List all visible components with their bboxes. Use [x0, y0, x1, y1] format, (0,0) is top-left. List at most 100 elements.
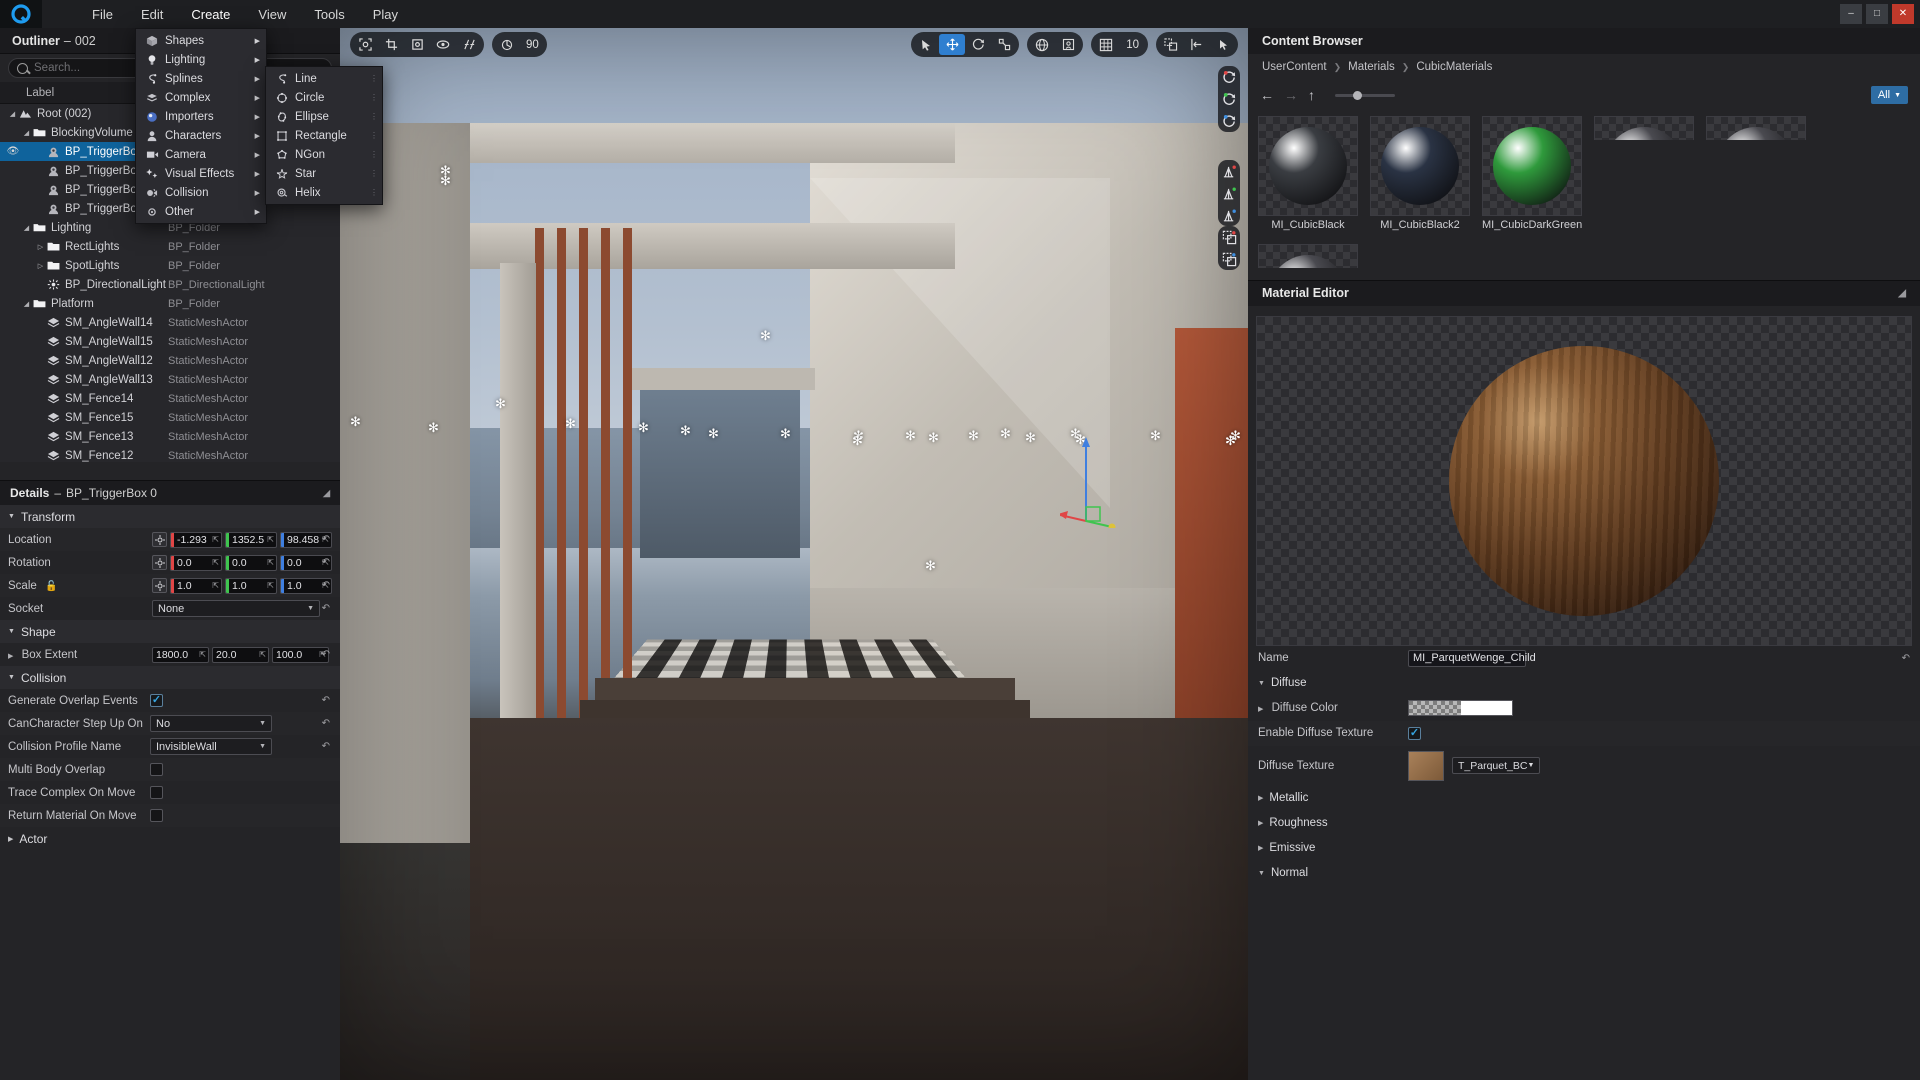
light-actor-icon[interactable]: ✻ — [565, 416, 576, 432]
box-extent-z-field[interactable]: 100.0 ⇱ — [272, 646, 329, 663]
rotation-reset-icon[interactable]: ↶ — [322, 557, 330, 568]
fov-value[interactable]: 90 — [526, 39, 539, 51]
viewport-fov-control[interactable]: 90 — [492, 32, 547, 57]
asset-thumbnail[interactable] — [1258, 116, 1358, 216]
material-section-normal[interactable]: ▼ Normal — [1248, 861, 1920, 886]
drag-grip-icon[interactable]: ⋮ — [370, 150, 379, 159]
material-name-reset-icon[interactable]: ↶ — [1902, 653, 1910, 664]
material-section-emissive[interactable]: ▶ Emissive — [1248, 836, 1920, 861]
create-menu-item-camera[interactable]: Camera ▶ — [136, 145, 266, 164]
box-extent-reset-icon[interactable]: ↶ — [322, 649, 330, 660]
visibility-eye-icon[interactable]: 👁 — [6, 146, 20, 157]
create-menu-item-visual-effects[interactable]: Visual Effects ▶ — [136, 164, 266, 183]
expand-icon[interactable]: ⇱ — [259, 650, 266, 659]
slider-knob[interactable] — [1353, 90, 1362, 100]
light-actor-icon[interactable]: ✻ — [638, 420, 649, 436]
drag-grip-icon[interactable]: ⋮ — [370, 112, 379, 121]
asset-cell[interactable] — [1258, 243, 1358, 268]
drag-grip-icon[interactable]: ⋮ — [370, 93, 379, 102]
material-section-diffuse[interactable]: ▼ Diffuse — [1248, 671, 1920, 696]
light-actor-icon[interactable]: ✻ — [760, 328, 771, 344]
splines-menu-item-line[interactable]: Line ⋮ — [266, 69, 382, 88]
box-extent-y-field[interactable]: 20.0 ⇱ — [212, 646, 269, 663]
crop-icon[interactable] — [378, 34, 404, 55]
create-menu-item-lighting[interactable]: Lighting ▶ — [136, 50, 266, 69]
light-actor-icon[interactable]: ✻ — [440, 173, 451, 189]
viewport-grid-control[interactable]: 10 — [1091, 32, 1148, 57]
section-collision[interactable]: ▼ Collision — [0, 666, 340, 689]
duplicate-y-icon[interactable] — [1218, 248, 1240, 270]
snap-vertex-icon[interactable] — [1158, 34, 1184, 55]
expand-arrow-icon[interactable]: ◢ — [22, 224, 31, 232]
asset-thumbnail[interactable] — [1706, 116, 1806, 140]
multi-body-overlap-checkbox[interactable] — [150, 763, 163, 776]
light-actor-icon[interactable]: ✻ — [1000, 426, 1011, 442]
asset-cell[interactable] — [1706, 116, 1806, 140]
menu-file[interactable]: File — [78, 3, 127, 26]
location-x-field[interactable]: -1.293 ⇱ — [170, 531, 222, 548]
asset-thumbnail[interactable] — [1370, 116, 1470, 216]
asset-grid[interactable]: MI_CubicBlack MI_CubicBlack2 MI_CubicDarkG… — [1248, 110, 1920, 274]
viewport-3d[interactable]: ✻ ✻ ✻ ✻ ✻ ✻ ✻ ✻ ✻ ✻ ✻ ✻ ✻ ✻ ✻ ✻ ✻ ✻ ✻ ✻ ✻ ✻ ✻ ✻ — [340, 28, 1248, 1080]
duplicate-x-icon[interactable] — [1218, 226, 1240, 248]
drag-grip-icon[interactable]: ⋮ — [370, 169, 379, 178]
move-icon[interactable] — [939, 34, 966, 55]
light-actor-icon[interactable]: ✻ — [968, 428, 979, 444]
location-reset-icon[interactable]: ↶ — [322, 534, 330, 545]
filter-all-button[interactable]: All ▼ — [1870, 86, 1908, 104]
content-browser-toolbar[interactable]: ← → ↑ All ▼ — [1248, 80, 1920, 110]
measure-icon[interactable] — [456, 34, 482, 55]
create-menu-item-collision[interactable]: Collision ▶ — [136, 183, 266, 202]
section-shape[interactable]: ▼ Shape — [0, 620, 340, 643]
return-material-on-move-checkbox[interactable] — [150, 809, 163, 822]
menu-tools[interactable]: Tools — [300, 3, 358, 26]
create-menu-item-characters[interactable]: Characters ▶ — [136, 126, 266, 145]
expand-arrow-icon[interactable]: ◢ — [22, 129, 31, 137]
globe-icon[interactable] — [1029, 34, 1055, 55]
viewport-snap-tools[interactable] — [1156, 32, 1238, 57]
scale-y-field[interactable]: 1.0 ⇱ — [225, 577, 277, 594]
location-y-field[interactable]: 1352.5 ⇱ — [225, 531, 277, 548]
menu-view[interactable]: View — [244, 3, 300, 26]
generate-overlap-events-reset-icon[interactable]: ↶ — [322, 695, 330, 706]
material-preview[interactable] — [1256, 315, 1912, 646]
grid-icon[interactable] — [1093, 34, 1119, 55]
expand-arrow-icon[interactable]: ◢ — [22, 300, 31, 308]
material-name-input[interactable]: MI_ParquetWenge_Child — [1408, 649, 1536, 667]
local-icon[interactable] — [1055, 34, 1081, 55]
box-extent-x-field[interactable]: 1800.0 ⇱ — [152, 646, 209, 663]
menu-play[interactable]: Play — [359, 3, 412, 26]
breadcrumb[interactable]: UserContent ❯ Materials ❯ CubicMaterials — [1248, 54, 1920, 80]
menu-create[interactable]: Create — [177, 3, 244, 26]
light-actor-icon[interactable]: ✻ — [928, 430, 939, 446]
create-menu[interactable]: Shapes ▶ Lighting ▶ Splines ▶ Complex ▶ Importer… — [135, 28, 267, 224]
light-actor-icon[interactable]: ✻ — [925, 558, 936, 574]
expand-arrow-icon[interactable]: ▷ — [36, 262, 45, 270]
location-gizmo-icon[interactable] — [152, 532, 167, 547]
light-actor-icon[interactable]: ✻ — [1150, 428, 1161, 444]
viewport-transform-modes[interactable] — [911, 32, 1020, 57]
light-actor-icon[interactable]: ✻ — [852, 433, 863, 449]
viewport-rotate-buttons[interactable] — [1218, 66, 1240, 132]
splines-menu-item-rectangle[interactable]: Rectangle ⋮ — [266, 126, 382, 145]
outliner-row[interactable]: ◢ Platform BP_Folder — [0, 294, 340, 313]
asset-cell[interactable]: MI_CubicBlack2 — [1370, 116, 1470, 232]
expand-arrow-icon[interactable]: ▷ — [36, 243, 45, 251]
rotation-gizmo-icon[interactable] — [152, 555, 167, 570]
grid-value[interactable]: 10 — [1126, 39, 1139, 51]
light-actor-icon[interactable]: ✻ — [708, 426, 719, 442]
asset-thumbnail[interactable] — [1482, 116, 1582, 216]
details-collapse-icon[interactable]: ◢ — [323, 488, 330, 499]
enable-diffuse-texture-checkbox[interactable]: ✓ — [1408, 726, 1421, 740]
eye-icon[interactable] — [430, 34, 456, 55]
outliner-row[interactable]: SM_Fence14 StaticMeshActor — [0, 389, 340, 408]
collapse-icon[interactable]: ◢ — [1898, 288, 1906, 299]
splines-submenu[interactable]: Line ⋮ Circle ⋮ Ellipse ⋮ Rectangle ⋮ NGon ⋮ Star ⋮… — [265, 66, 383, 205]
material-sections[interactable]: ▶ Metallic ▶ Roughness ▶ Emissive ▼ Normal — [1248, 786, 1920, 886]
scale-x-field[interactable]: 1.0 ⇱ — [170, 577, 222, 594]
can-character-step-up-on-reset-icon[interactable]: ↶ — [322, 718, 330, 729]
light-actor-icon[interactable]: ✻ — [780, 426, 791, 442]
create-menu-item-splines[interactable]: Splines ▶ — [136, 69, 266, 88]
section-transform[interactable]: ▼ Transform — [0, 505, 340, 528]
close-button[interactable]: ✕ — [1892, 4, 1914, 24]
